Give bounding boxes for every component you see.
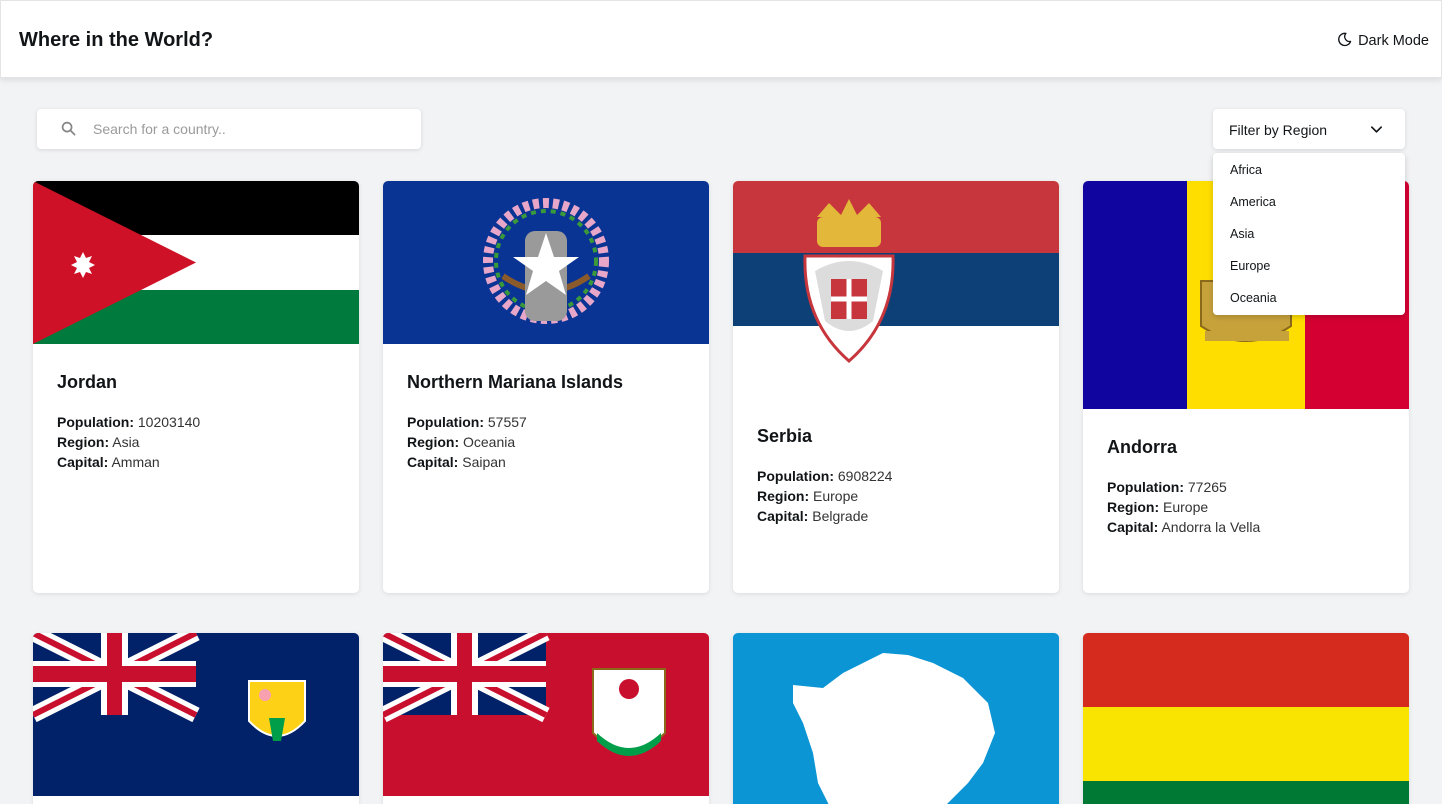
- region-label: Region:: [57, 434, 110, 450]
- jordan-flag: [33, 181, 359, 344]
- antarctica-flag: [733, 633, 1059, 804]
- population-value: 57557: [487, 414, 527, 430]
- serbia-flag: [733, 181, 1059, 398]
- country-name: Jordan: [57, 372, 118, 392]
- region-value: Europe: [813, 488, 859, 504]
- population-value: 6908224: [837, 468, 893, 484]
- dark-mode-label: Dark Mode: [1358, 33, 1429, 49]
- capital-label: Capital:: [407, 454, 459, 470]
- capital-label: Capital:: [757, 508, 809, 524]
- filter-label: Filter by Region: [1229, 122, 1328, 138]
- bermuda-flag: [383, 633, 709, 796]
- search-box: [37, 109, 421, 149]
- region-dropdown: Africa America Asia Europe Oceania: [1213, 153, 1405, 315]
- country-card[interactable]: Northern Mariana Islands Population: 575…: [383, 181, 709, 593]
- population-label: Population:: [57, 414, 134, 430]
- moon-icon: [1337, 32, 1352, 51]
- search-input[interactable]: [93, 115, 403, 143]
- country-card[interactable]: [383, 633, 709, 804]
- country-card[interactable]: Jordan Population: 10203140 Region: Asia…: [33, 181, 359, 593]
- country-card[interactable]: [733, 633, 1059, 804]
- region-option-europe[interactable]: Europe: [1213, 258, 1405, 290]
- capital-value: Saipan: [462, 454, 506, 470]
- country-card[interactable]: [1083, 633, 1409, 804]
- app-title: Where in the World?: [19, 29, 214, 51]
- region-option-asia[interactable]: Asia: [1213, 226, 1405, 258]
- region-value: Asia: [112, 434, 140, 450]
- capital-label: Capital:: [57, 454, 109, 470]
- region-option-africa[interactable]: Africa: [1213, 162, 1405, 194]
- country-info: Population: 10203140 Region: Asia Capita…: [57, 412, 200, 472]
- region-option-oceania[interactable]: Oceania: [1213, 290, 1405, 322]
- population-label: Population:: [1107, 479, 1184, 495]
- country-card[interactable]: [33, 633, 359, 804]
- region-label: Region:: [757, 488, 810, 504]
- population-label: Population:: [757, 468, 834, 484]
- capital-value: Amman: [111, 454, 160, 470]
- country-card[interactable]: Serbia Population: 6908224 Region: Europ…: [733, 181, 1059, 593]
- bolivia-flag: [1083, 633, 1409, 804]
- chevron-down-icon: [1370, 123, 1383, 136]
- capital-value: Belgrade: [812, 508, 869, 524]
- country-name: Serbia: [757, 426, 813, 446]
- country-name: Andorra: [1107, 437, 1178, 457]
- region-filter-select[interactable]: Filter by Region: [1213, 109, 1405, 149]
- region-value: Oceania: [463, 434, 516, 450]
- region-option-america[interactable]: America: [1213, 194, 1405, 226]
- region-value: Europe: [1163, 499, 1209, 515]
- population-value: 10203140: [137, 414, 201, 430]
- turks-and-caicos-flag: [33, 633, 359, 796]
- country-info: Population: 57557 Region: Oceania Capita…: [407, 412, 527, 472]
- population-value: 77265: [1187, 479, 1227, 495]
- northern-mariana-islands-flag: [383, 181, 709, 344]
- app-header: Where in the World? Dark Mode: [0, 0, 1442, 78]
- search-icon: [61, 121, 76, 136]
- country-info: Population: 6908224 Region: Europe Capit…: [757, 466, 892, 526]
- region-label: Region:: [407, 434, 460, 450]
- country-name: Northern Mariana Islands: [407, 372, 624, 392]
- capital-label: Capital:: [1107, 519, 1159, 535]
- capital-value: Andorra la Vella: [1161, 519, 1261, 535]
- country-info: Population: 77265 Region: Europe Capital…: [1107, 477, 1260, 537]
- population-label: Population:: [407, 414, 484, 430]
- region-label: Region:: [1107, 499, 1160, 515]
- dark-mode-toggle[interactable]: Dark Mode: [1337, 30, 1429, 52]
